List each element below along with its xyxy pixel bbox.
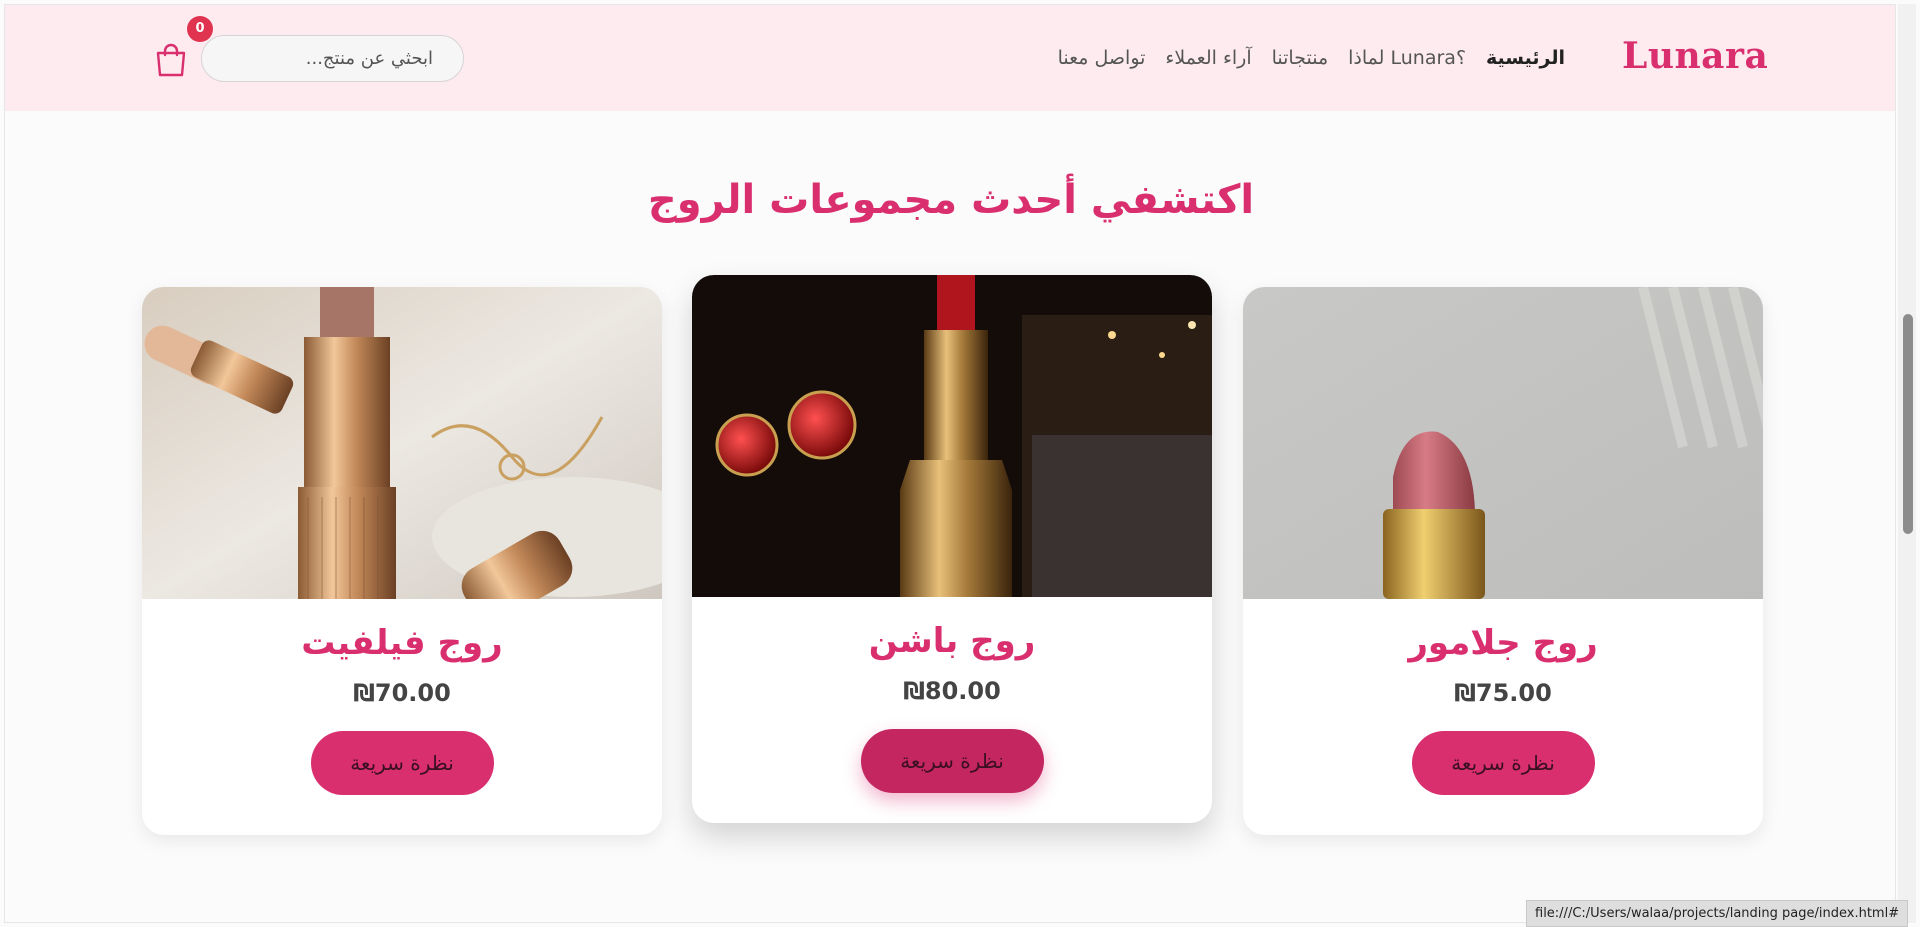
quick-view-button[interactable]: نظرة سريعة (310, 731, 494, 795)
nav-reviews[interactable]: آراء العملاء (1165, 47, 1251, 69)
product-name: روج جلامور (1408, 623, 1598, 663)
site-header: Lunara الرئيسية لماذا Lunara؟ منتجاتنا آ… (5, 5, 1895, 111)
product-image (692, 275, 1212, 597)
nav-why-lunara[interactable]: لماذا Lunara؟ (1348, 47, 1466, 69)
quick-view-button[interactable]: نظرة سريعة (860, 729, 1044, 793)
cart-count-badge: 0 (187, 16, 213, 42)
product-price: ₪80.00 (903, 677, 1001, 705)
shopping-bag-icon[interactable] (155, 43, 187, 77)
scrollbar-thumb[interactable] (1903, 314, 1913, 534)
nav-products[interactable]: منتجاتنا (1272, 47, 1329, 69)
product-card: روج فيلفيت ₪70.00 نظرة سريعة (142, 287, 662, 835)
product-name: روج فيلفيت (301, 623, 503, 663)
page-viewport: Lunara الرئيسية لماذا Lunara؟ منتجاتنا آ… (4, 4, 1896, 923)
product-price: ₪75.00 (1454, 679, 1552, 707)
product-card: روج جلامور ₪75.00 نظرة سريعة (1243, 287, 1763, 835)
product-image (142, 287, 662, 599)
status-bar-url: file:///C:/Users/walaa/projects/landing … (1526, 900, 1909, 927)
product-image (1243, 287, 1763, 599)
product-name: روج باشن (868, 621, 1036, 661)
product-price: ₪70.00 (353, 679, 451, 707)
product-card: روج باشن ₪80.00 نظرة سريعة (692, 275, 1212, 823)
section-title: اكتشفي أحدث مجموعات الروج (647, 177, 1255, 223)
nav-contact[interactable]: تواصل معنا (1058, 47, 1146, 69)
nav-home[interactable]: الرئيسية (1486, 47, 1565, 69)
site-logo[interactable]: Lunara (1622, 35, 1768, 77)
main-nav: الرئيسية لماذا Lunara؟ منتجاتنا آراء الع… (1058, 47, 1565, 69)
search-input[interactable] (201, 35, 464, 82)
quick-view-button[interactable]: نظرة سريعة (1411, 731, 1595, 795)
